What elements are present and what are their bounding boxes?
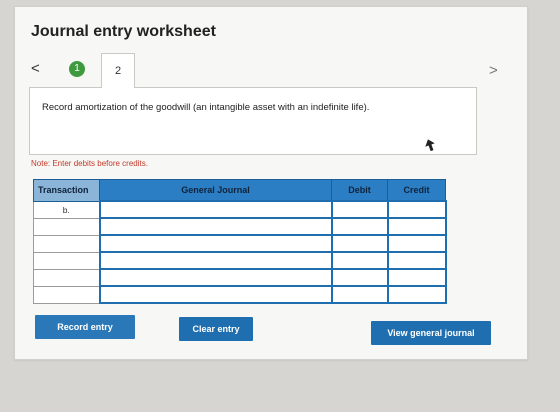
journal-table: Transaction General Journal Debit Credit…: [33, 179, 447, 304]
instruction-text: Record amortization of the goodwill (an …: [42, 102, 370, 113]
credit-input[interactable]: [386, 268, 447, 287]
account-input[interactable]: [98, 268, 333, 287]
debit-input[interactable]: [330, 217, 389, 236]
debit-input[interactable]: [330, 251, 389, 270]
header-general-journal: General Journal: [99, 179, 332, 202]
table-row: [33, 217, 447, 236]
credit-input[interactable]: [386, 234, 447, 253]
instruction-panel: Record amortization of the goodwill (an …: [29, 87, 477, 155]
account-input[interactable]: [98, 200, 333, 219]
table-header-row: Transaction General Journal Debit Credit: [33, 179, 446, 202]
transaction-cell: [33, 285, 100, 304]
transaction-cell: [33, 234, 100, 253]
transaction-cell: [33, 217, 100, 236]
credit-input[interactable]: [386, 251, 447, 270]
tab-step-2[interactable]: 2: [101, 53, 135, 88]
next-arrow-icon[interactable]: >: [489, 63, 498, 79]
credit-input[interactable]: [386, 285, 447, 304]
note-text: Note: Enter debits before credits.: [31, 159, 148, 168]
view-general-journal-button[interactable]: View general journal: [371, 321, 491, 345]
account-input[interactable]: [98, 234, 333, 253]
header-transaction: Transaction: [33, 179, 100, 202]
account-input[interactable]: [98, 217, 333, 236]
debit-input[interactable]: [330, 200, 389, 219]
record-entry-button[interactable]: Record entry: [35, 315, 135, 339]
clear-entry-button[interactable]: Clear entry: [179, 317, 253, 341]
header-debit: Debit: [331, 179, 388, 202]
table-row: [33, 234, 447, 253]
account-input[interactable]: [98, 285, 333, 304]
prev-arrow-icon[interactable]: <: [31, 61, 40, 77]
credit-input[interactable]: [386, 200, 447, 219]
debit-input[interactable]: [330, 285, 389, 304]
debit-input[interactable]: [330, 234, 389, 253]
credit-input[interactable]: [386, 217, 447, 236]
page-title: Journal entry worksheet: [31, 23, 216, 40]
mouse-cursor-icon: [425, 139, 435, 151]
account-input[interactable]: [98, 251, 333, 270]
transaction-cell: [33, 268, 100, 287]
debit-input[interactable]: [330, 268, 389, 287]
step-1-indicator[interactable]: 1: [69, 61, 85, 77]
table-row: [33, 251, 447, 270]
header-credit: Credit: [387, 179, 446, 202]
transaction-cell: [33, 251, 100, 270]
table-row: b.: [33, 200, 447, 219]
transaction-cell: b.: [33, 200, 100, 219]
table-row: [33, 268, 447, 287]
worksheet-card: Journal entry worksheet < 1 2 > Record a…: [14, 6, 528, 360]
table-row: [33, 285, 447, 304]
